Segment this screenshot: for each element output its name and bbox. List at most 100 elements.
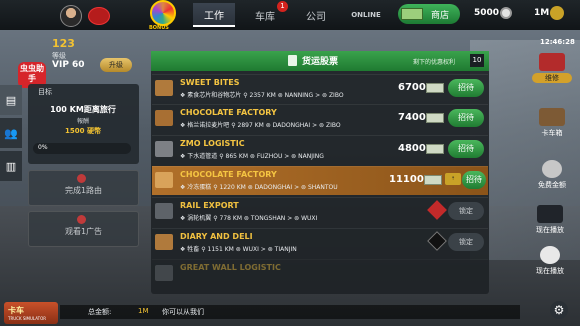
hire-button[interactable]: 招待: [448, 109, 484, 127]
free-gold-button[interactable]: 免费金额: [532, 160, 572, 190]
cargo-row[interactable]: GREAT WALL LOGISTIC: [152, 259, 488, 288]
stats-icon[interactable]: ▥: [0, 151, 22, 181]
cargo-detail-field: TONGSHAN: [250, 215, 286, 222]
truck-box-button[interactable]: 卡车箱: [532, 108, 572, 138]
shop-button[interactable]: 商店: [398, 4, 460, 24]
clipboard-icon[interactable]: ▤: [0, 85, 22, 115]
settings-gear-icon[interactable]: ⚙: [550, 301, 568, 319]
cargo-price: 11100: [389, 174, 424, 185]
cargo-row[interactable]: CHOCOLATE FACTORY ❖ 格兰诺拉麦片吧 ⚲ 2897 KM ⊚ D…: [152, 104, 488, 133]
task-complete-route[interactable]: 完成1路由: [28, 170, 139, 206]
cargo-row[interactable]: ZMO LOGISTIC ❖ 下水道管道 ⚲ 865 KM ⊚ FUZHOU > …: [152, 135, 488, 164]
cargo-detail-field: 778 KM: [219, 215, 243, 222]
side-tabs: ▤ 👥 ▥: [0, 85, 22, 185]
cargo-detail-field: 下水道管道: [187, 153, 218, 160]
detail-glyph-icon: > ⊚: [258, 246, 275, 253]
cargo-icon: [155, 172, 173, 188]
repair-button[interactable]: 维修: [532, 53, 572, 83]
cargo-detail-field: 1220 KM: [219, 184, 246, 191]
cargo-icon: [155, 265, 173, 281]
cargo-detail-field: ZIBO: [325, 122, 341, 129]
cargo-detail-field: 2897 KM: [237, 122, 264, 129]
hazard-icon: [427, 231, 447, 251]
cargo-detail-field: WUXI: [301, 215, 318, 222]
tab-company[interactable]: 公司: [296, 3, 336, 27]
cargo-detail-field: 865 KM: [225, 153, 249, 160]
cargo-row[interactable]: CHOCOLATE FACTORY ❖ 冷冻蛋糕 ⚲ 1220 KM ⊚ DADO…: [152, 166, 488, 195]
car-badge-icon[interactable]: [88, 7, 110, 25]
play-now-button-2[interactable]: 现在播放: [530, 246, 570, 276]
cargo-details: ❖ 格兰诺拉麦片吧 ⚲ 2897 KM ⊚ DADONGHAI > ⊚ ZIBO: [180, 120, 341, 129]
coin-balance: 5000: [474, 8, 500, 18]
cargo-icon: [155, 141, 173, 157]
detail-glyph-icon: > ⊚: [282, 153, 299, 160]
task-watch-ad[interactable]: 观看1广告: [28, 211, 139, 247]
cargo-row[interactable]: RAIL EXPORT ❖ 涡轮机翼 ⚲ 778 KM ⊚ TONGSHAN > …: [152, 197, 488, 226]
bottom-bar: [60, 305, 520, 319]
cargo-detail-field: 2357 KM: [249, 92, 276, 99]
hire-button[interactable]: 招待: [448, 140, 484, 158]
truck-box-label: 卡车箱: [541, 129, 563, 137]
cargo-row[interactable]: DIARY AND DELI ❖ 牲畜 ⚲ 1151 KM ⊚ WUXI > ⊚ …: [152, 228, 488, 257]
tab-work[interactable]: 工作: [193, 3, 235, 27]
task-label: 观看1广告: [64, 227, 103, 236]
cargo-icon: [155, 80, 173, 96]
cargo-detail-field: WUXI: [242, 246, 259, 253]
cargo-icon: [155, 110, 173, 126]
locked-button[interactable]: 锁定: [448, 233, 484, 251]
detail-glyph-icon: ⊚: [245, 184, 255, 191]
truck-dark-icon: [537, 205, 563, 223]
goal-label: 目标: [38, 88, 52, 96]
cargo-details: ❖ 素食芯片和谷物芯片 ⚲ 2357 KM ⊚ NANNING > ⊚ ZIBO: [180, 90, 344, 99]
cargo-company-name: DIARY AND DELI: [180, 232, 253, 241]
task-label: 完成1路由: [64, 186, 103, 195]
cargo-details: ❖ 下水道管道 ⚲ 865 KM ⊚ FUZHOU > ⊚ NANJING: [180, 151, 324, 160]
upgrade-button[interactable]: 升级: [100, 58, 132, 72]
boost-icon: ⇡: [445, 173, 461, 185]
cargo-price: 4800: [398, 143, 426, 154]
play-now-button-1[interactable]: 现在播放: [530, 205, 570, 235]
goal-reward-label: 報酬: [76, 118, 89, 125]
garage-notification-badge: 1: [277, 1, 288, 12]
cargo-icon: [155, 234, 173, 250]
tab-online[interactable]: ONLINE: [347, 3, 385, 27]
hire-button[interactable]: 招待: [462, 171, 486, 189]
bonus-wheel-icon[interactable]: [150, 0, 176, 26]
logo-text: 卡车: [8, 306, 24, 315]
cargo-details: ❖ 冷冻蛋糕 ⚲ 1220 KM ⊚ DADONGHAI > ⊚ SHANTOU: [180, 182, 338, 191]
game-logo: 卡车 TRUCK SIMULATOR: [4, 302, 58, 324]
warning-icon: [427, 200, 447, 220]
player-avatar[interactable]: [60, 5, 82, 27]
crate-icon: [539, 108, 565, 126]
detail-glyph-icon: ⚲: [241, 92, 250, 99]
cargo-company-name: SWEET BITES: [180, 78, 240, 87]
cargo-detail-field: NANJING: [298, 153, 324, 160]
cargo-icon: [155, 203, 173, 219]
cargo-detail-field: NANNING: [284, 92, 314, 99]
cargo-detail-field: 1151 KM: [207, 246, 234, 253]
hire-button[interactable]: 招待: [448, 79, 484, 97]
detail-glyph-icon: ⚲: [229, 122, 238, 129]
repair-label: 维修: [532, 73, 572, 83]
truck-icon: [539, 53, 565, 71]
detail-glyph-icon: > ⊚: [313, 92, 329, 99]
cargo-remaining-label: 剩下的优惠权利: [413, 59, 456, 66]
goal-progress-text: 0%: [38, 144, 48, 151]
locked-button[interactable]: 锁定: [448, 202, 484, 220]
detail-glyph-icon: ⊚: [233, 246, 243, 253]
money-icon: [424, 175, 442, 185]
detail-glyph-icon: ⚲: [211, 184, 220, 191]
detail-glyph-icon: > ⊚: [310, 122, 326, 129]
cargo-doc-icon: [288, 55, 297, 66]
cargo-remaining-count: 10: [470, 54, 484, 67]
money-icon: [550, 6, 564, 20]
goal-reward: 1500 硬幣: [65, 127, 101, 135]
free-gold-label: 免费金额: [538, 181, 566, 189]
people-icon[interactable]: 👥: [0, 118, 22, 148]
detail-glyph-icon: ⚲: [211, 215, 220, 222]
cargo-row[interactable]: SWEET BITES ❖ 素食芯片和谷物芯片 ⚲ 2357 KM ⊚ NANNI…: [152, 74, 488, 103]
total-amount-value: 1M: [138, 307, 149, 315]
total-amount-label: 总金额:: [88, 308, 112, 316]
moneybag-icon: [542, 160, 562, 178]
cargo-company-name: GREAT WALL LOGISTIC: [180, 263, 281, 272]
